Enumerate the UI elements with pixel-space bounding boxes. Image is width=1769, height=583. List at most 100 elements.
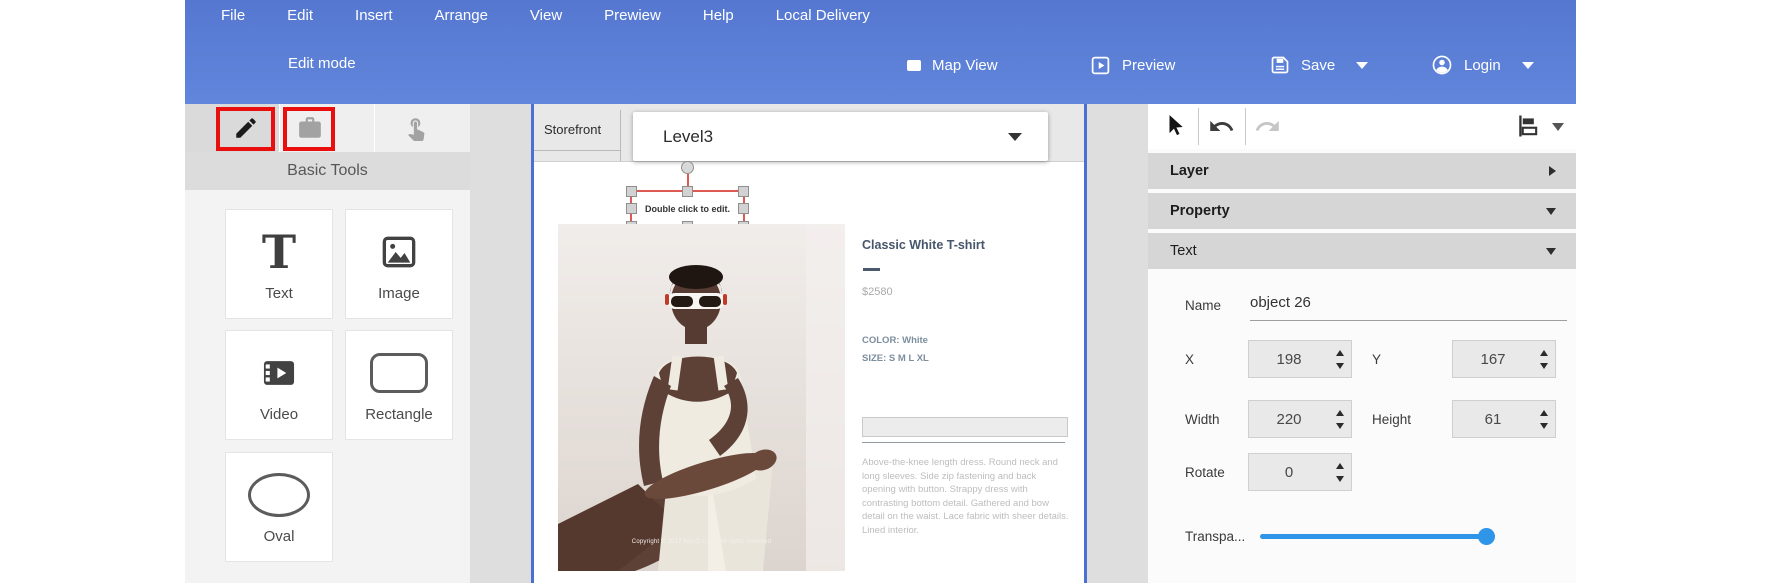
y-stepper[interactable]: 167 — [1452, 340, 1556, 378]
width-stepper[interactable]: 220 — [1248, 400, 1352, 438]
section-layer[interactable]: Layer — [1148, 153, 1576, 189]
tool-rectangle[interactable]: Rectangle — [345, 330, 453, 440]
selected-text-object[interactable]: Double click to edit. — [630, 190, 745, 228]
tool-image[interactable]: Image — [345, 209, 453, 319]
handle-top-right[interactable] — [738, 186, 749, 197]
stepper-arrows — [1329, 454, 1351, 490]
header-bar: File Edit Insert Arrange View Prewiew He… — [185, 0, 1576, 104]
tool-text[interactable]: T Text — [225, 209, 333, 319]
handle-mid-right[interactable] — [738, 203, 749, 214]
handle-top-left[interactable] — [626, 186, 637, 197]
menu-local-delivery[interactable]: Local Delivery — [776, 7, 870, 24]
product-title[interactable]: Classic White T-shirt — [862, 238, 985, 252]
basic-tools-label: Basic Tools — [287, 162, 368, 180]
select-cursor-icon[interactable] — [1163, 113, 1189, 139]
login-button[interactable]: Login — [1431, 48, 1534, 82]
oval-tool-icon — [248, 473, 310, 517]
height-stepper[interactable]: 61 — [1452, 400, 1556, 438]
toolbar-divider — [1245, 108, 1246, 145]
menu-insert[interactable]: Insert — [355, 7, 393, 24]
stepper-arrows — [1329, 401, 1351, 437]
menu-file[interactable]: File — [221, 7, 245, 24]
product-option-box[interactable] — [862, 417, 1068, 437]
align-dropdown-icon[interactable] — [1552, 123, 1564, 131]
login-dropdown-icon[interactable] — [1522, 62, 1534, 69]
product-size[interactable]: SIZE: S M L XL — [862, 353, 929, 364]
stepper-arrows — [1533, 341, 1555, 377]
canvas-header-divider — [620, 110, 621, 161]
decrement-icon[interactable] — [1336, 423, 1344, 429]
product-color[interactable]: COLOR: White — [862, 335, 928, 346]
panel-gap-right — [1087, 104, 1148, 583]
height-value[interactable]: 61 — [1453, 411, 1533, 428]
y-value[interactable]: 167 — [1453, 351, 1533, 368]
section-text[interactable]: Text — [1148, 233, 1576, 269]
text-tool-icon: T — [262, 229, 296, 275]
level-dropdown[interactable]: Level3 — [633, 112, 1048, 161]
product-photo[interactable]: Copyright © 2017 Net.Q Corp. All rights … — [558, 224, 845, 571]
storefront-tab[interactable]: Storefront — [544, 122, 601, 137]
placeholder-text[interactable]: Double click to edit. — [645, 204, 730, 214]
level-dropdown-value: Level3 — [663, 127, 713, 147]
undo-icon[interactable] — [1208, 113, 1235, 140]
canvas-header: Storefront Level3 — [534, 104, 1084, 162]
login-label: Login — [1464, 57, 1501, 74]
preview-button[interactable]: Preview — [1090, 48, 1175, 82]
height-label: Height — [1372, 412, 1411, 427]
name-input-underline — [1250, 320, 1567, 321]
rotate-value[interactable]: 0 — [1249, 464, 1329, 481]
menu-prewiew[interactable]: Prewiew — [604, 7, 661, 24]
transparency-slider-track[interactable] — [1260, 534, 1492, 539]
tool-oval[interactable]: Oval — [225, 452, 333, 562]
rotation-handle[interactable] — [681, 161, 694, 174]
menu-edit[interactable]: Edit — [287, 7, 313, 24]
decrement-icon[interactable] — [1336, 363, 1344, 369]
increment-icon[interactable] — [1336, 463, 1344, 469]
decrement-icon[interactable] — [1540, 363, 1548, 369]
y-label: Y — [1372, 352, 1381, 367]
increment-icon[interactable] — [1540, 410, 1548, 416]
product-description[interactable]: Above-the-knee length dress. Round neck … — [862, 456, 1070, 537]
product-price[interactable]: $2580 — [862, 286, 893, 298]
chevron-right-icon[interactable] — [1549, 166, 1556, 176]
menu-help[interactable]: Help — [703, 7, 734, 24]
design-canvas[interactable]: Storefront Level3 Double click to edit. — [531, 104, 1087, 583]
save-dropdown-icon[interactable] — [1356, 62, 1368, 69]
save-label: Save — [1301, 57, 1335, 74]
x-stepper[interactable]: 198 — [1248, 340, 1352, 378]
tool-oval-label: Oval — [226, 528, 332, 545]
transparency-slider-knob[interactable] — [1478, 528, 1495, 545]
property-section-label: Property — [1170, 203, 1230, 219]
decrement-icon[interactable] — [1336, 476, 1344, 482]
image-tool-icon — [379, 232, 419, 272]
edit-mode-label[interactable]: Edit mode — [288, 55, 356, 72]
decrement-icon[interactable] — [1540, 423, 1548, 429]
save-button[interactable]: Save — [1270, 48, 1368, 82]
align-icon[interactable] — [1514, 112, 1542, 140]
tool-tabs — [185, 104, 470, 152]
tab-interaction-tools[interactable] — [375, 104, 470, 152]
menu-view[interactable]: View — [530, 7, 562, 24]
increment-icon[interactable] — [1540, 350, 1548, 356]
chevron-down-icon[interactable] — [1546, 248, 1556, 255]
x-value[interactable]: 198 — [1249, 351, 1329, 368]
handle-top-center[interactable] — [682, 186, 693, 197]
increment-icon[interactable] — [1336, 410, 1344, 416]
handle-mid-left[interactable] — [626, 203, 637, 214]
property-panel: Layer Property Text Name object 26 X 198… — [1148, 104, 1576, 583]
name-input[interactable]: object 26 — [1250, 294, 1311, 311]
map-view-label: Map View — [932, 57, 998, 74]
chevron-down-icon[interactable] — [1008, 133, 1022, 141]
map-view-button[interactable]: Map View — [907, 48, 998, 82]
redo-icon[interactable] — [1254, 113, 1281, 140]
layer-section-label: Layer — [1170, 163, 1209, 179]
width-value[interactable]: 220 — [1249, 411, 1329, 428]
left-tool-panel: Basic Tools T Text Image — [185, 104, 470, 583]
rotate-label: Rotate — [1185, 465, 1225, 480]
section-property[interactable]: Property — [1148, 193, 1576, 229]
increment-icon[interactable] — [1336, 350, 1344, 356]
chevron-down-icon[interactable] — [1546, 208, 1556, 215]
menu-arrange[interactable]: Arrange — [435, 7, 488, 24]
tool-video[interactable]: Video — [225, 330, 333, 440]
rotate-stepper[interactable]: 0 — [1248, 453, 1352, 491]
